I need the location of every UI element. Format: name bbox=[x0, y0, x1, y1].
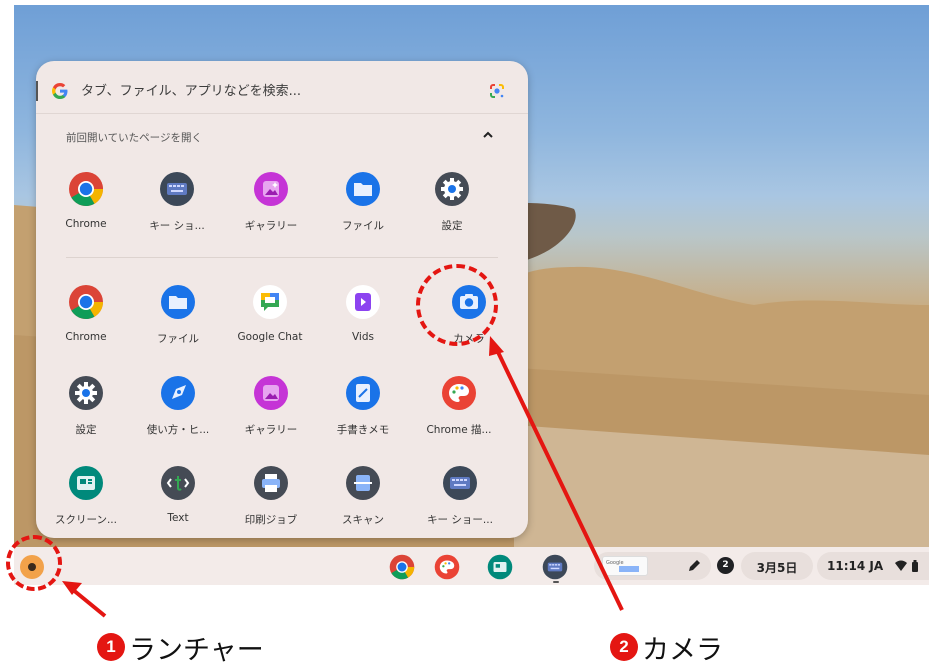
callout-label: ランチャー bbox=[129, 635, 264, 666]
callout-label: カメラ bbox=[642, 635, 723, 666]
annotation-arrows bbox=[62, 336, 624, 618]
callout-number: 1 bbox=[97, 633, 125, 661]
callout-number: 2 bbox=[610, 633, 638, 661]
